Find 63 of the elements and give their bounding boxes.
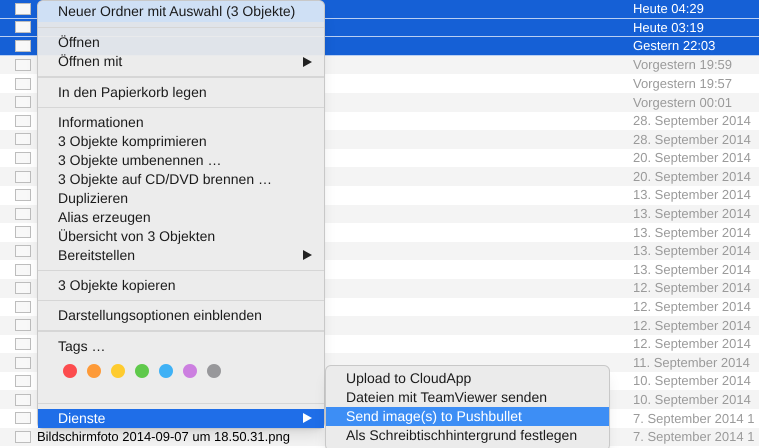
- menu-item[interactable]: Dienste: [38, 408, 324, 428]
- file-thumbnail-icon: [15, 356, 31, 369]
- file-thumbnail-icon: [15, 78, 31, 90]
- date-modified: 11. September 2014: [633, 354, 751, 372]
- menu-item[interactable]: Als Schreibtischhintergrund festlegen: [326, 426, 609, 445]
- menu-item[interactable]: Informationen: [38, 112, 324, 132]
- menu-item[interactable]: 3 Objekte komprimieren: [38, 132, 324, 151]
- date-modified: 10. September 2014: [633, 391, 752, 410]
- date-modified: 28. September 2014: [633, 112, 752, 130]
- file-thumbnail-icon: [15, 375, 31, 388]
- file-name: Bildschirmfoto 2014-09-07 um 18.50.31.png: [37, 428, 290, 446]
- file-thumbnail-icon: [15, 189, 31, 202]
- date-modified: 7. September 2014 1: [633, 410, 756, 428]
- date-modified: Vorgestern 19:59: [633, 56, 734, 74]
- submenu-arrow-icon: [303, 250, 312, 260]
- file-thumbnail-icon: [15, 338, 31, 350]
- file-thumbnail-icon: [15, 152, 31, 164]
- file-thumbnail-icon: [15, 282, 31, 294]
- file-thumbnail-icon: [15, 300, 31, 313]
- date-modified: 28. September 2014: [633, 130, 752, 149]
- file-thumbnail-icon: [15, 114, 31, 127]
- date-modified: 12. September 2014: [633, 316, 752, 335]
- date-modified: 7. September 2014 1: [633, 428, 756, 446]
- date-modified: Vorgestern 19:57: [633, 74, 734, 93]
- menu-item[interactable]: 3 Objekte umbenennen …: [38, 150, 324, 170]
- date-modified: Gestern 22:03: [633, 37, 716, 56]
- menu-item[interactable]: Send image(s) to Pushbullet: [326, 407, 609, 426]
- file-thumbnail-icon: [15, 59, 31, 72]
- submenu-arrow-icon: [303, 413, 312, 424]
- file-thumbnail-icon: [15, 319, 31, 332]
- file-thumbnail-icon: [15, 170, 31, 183]
- date-modified: 10. September 2014: [633, 372, 752, 390]
- file-thumbnail-icon: [15, 394, 31, 406]
- file-thumbnail-icon: [15, 2, 31, 15]
- file-thumbnail-icon: [15, 96, 31, 108]
- file-thumbnail-icon: [15, 208, 31, 220]
- date-modified: 12. September 2014: [633, 298, 752, 316]
- date-modified: 20. September 2014: [633, 168, 752, 186]
- file-thumbnail-icon: [15, 412, 31, 424]
- menu-item[interactable]: Neuer Ordner mit Auswahl (3 Objekte): [38, 1, 324, 22]
- menu-item[interactable]: Tags …: [38, 336, 324, 356]
- menu-item[interactable]: Dateien mit TeamViewer senden: [326, 388, 609, 407]
- date-modified: Heute 03:19: [633, 18, 705, 37]
- file-thumbnail-icon: [15, 21, 31, 34]
- date-modified: Vorgestern 00:01: [633, 94, 734, 112]
- date-modified: 13. September 2014: [633, 186, 752, 204]
- submenu-arrow-icon: [303, 56, 312, 67]
- file-thumbnail-icon: [15, 133, 31, 146]
- menu-item[interactable]: Upload to CloudApp: [326, 369, 609, 388]
- menu-item[interactable]: 3 Objekte kopieren: [38, 276, 324, 296]
- date-modified: 20. September 2014: [633, 149, 752, 168]
- file-thumbnail-icon: [15, 264, 31, 276]
- date-modified: 13. September 2014: [633, 224, 752, 242]
- file-thumbnail-icon: [15, 430, 31, 443]
- date-modified: 12. September 2014: [633, 279, 752, 298]
- file-thumbnail-icon: [15, 226, 31, 238]
- date-modified: 12. September 2014: [633, 335, 752, 354]
- date-modified: 13. September 2014: [633, 242, 752, 260]
- date-modified: 13. September 2014: [633, 205, 752, 224]
- file-thumbnail-icon: [15, 40, 31, 52]
- date-modified: 13. September 2014: [633, 260, 752, 279]
- file-thumbnail-icon: [15, 245, 31, 258]
- date-modified: Heute 04:29: [633, 0, 705, 18]
